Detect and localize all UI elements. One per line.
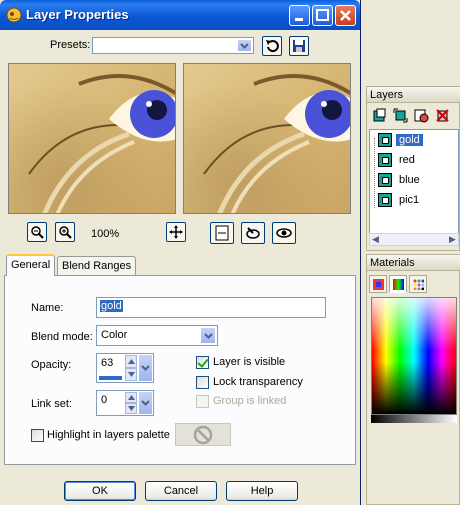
name-value: gold [100,300,123,312]
layers-toolbar [371,107,451,127]
palette-tab-icon[interactable] [409,275,427,293]
preview-on-image-button[interactable] [272,222,296,244]
spectrum-tab-icon[interactable] [389,275,407,293]
link-set-stepper[interactable]: 0 [96,390,154,416]
swatches-tab-icon[interactable] [369,275,387,293]
cancel-button[interactable]: Cancel [145,481,217,501]
layer-name: pic1 [399,194,420,206]
link-set-label: Link set: [31,398,72,410]
layer-name: gold [396,134,423,146]
opacity-spin-arrows[interactable] [125,355,137,381]
no-color-icon [193,425,213,444]
highlight-label: Highlight in layers palette [47,429,170,441]
help-button[interactable]: Help [226,481,298,501]
layer-thumbnail-icon [378,193,392,207]
color-spectrum-picker[interactable] [371,297,457,415]
presets-dropdown[interactable] [92,37,254,54]
layer-row-red[interactable]: red [378,151,418,169]
scroll-left-icon[interactable]: ◀ [370,234,381,245]
blend-mode-value: Color [101,329,128,341]
layers-panel-title: Layers [367,87,460,103]
materials-panel: Materials [366,254,460,505]
opacity-value: 63 [101,357,114,369]
decrement-icon[interactable] [125,368,137,381]
layer-row-gold[interactable]: gold [378,131,423,149]
save-preset-button[interactable] [289,36,309,56]
layer-row-blue[interactable]: blue [378,171,423,189]
group-linked-checkbox [196,395,209,408]
presets-label: Presets: [50,39,91,51]
auto-proof-button[interactable] [241,222,265,244]
close-icon[interactable] [335,5,356,26]
scroll-right-icon[interactable]: ▶ [447,234,458,245]
opacity-slider-popout-icon[interactable] [139,355,152,381]
opacity-level-bar [99,376,122,380]
layer-name: blue [399,174,420,186]
link-set-value: 0 [101,394,108,406]
layer-visible-label: Layer is visible [213,356,286,368]
new-layer-icon[interactable] [371,107,388,124]
zoom-out-button[interactable] [27,222,47,242]
maximize-icon[interactable] [312,5,333,26]
layer-properties-icon[interactable] [413,107,430,124]
dialog-title-bar[interactable]: Layer Properties [0,0,360,30]
link-set-spin-arrows[interactable] [125,392,137,414]
grayscale-strip[interactable] [371,415,457,423]
minimize-icon[interactable] [289,5,310,26]
chevron-down-icon[interactable] [200,327,216,344]
increment-icon[interactable] [125,355,137,368]
highlight-color-swatch[interactable] [175,423,231,446]
paint-shop-pro-icon [6,7,22,23]
materials-panel-title: Materials [367,255,460,271]
proof-button[interactable] [210,222,234,244]
layers-list: gold red blue pic1 [369,129,459,234]
name-field[interactable]: gold [96,297,326,318]
chevron-down-icon[interactable] [237,39,252,52]
name-label: Name: [31,302,64,314]
delete-layer-icon[interactable] [434,107,451,124]
tab-general[interactable]: General [6,254,56,276]
decrement-icon[interactable] [125,403,137,414]
materials-tabs [369,275,427,293]
lock-transparency-label: Lock transparency [213,376,303,388]
opacity-stepper[interactable]: 63 [96,353,154,383]
increment-icon[interactable] [125,392,137,403]
layer-thumbnail-icon [378,133,392,147]
zoom-in-button[interactable] [55,222,75,242]
layer-selection-icon[interactable] [392,107,409,124]
highlight-checkbox[interactable] [31,429,44,442]
layer-properties-dialog: Layer Properties Presets: 100% General B… [0,0,361,505]
layer-name: red [399,154,415,166]
before-preview[interactable] [8,63,176,214]
tab-blend-ranges[interactable]: Blend Ranges [57,256,137,275]
pan-button[interactable] [166,222,186,242]
background-toolbar-area [360,0,460,85]
blend-mode-dropdown[interactable]: Color [96,325,218,346]
ok-button[interactable]: OK [64,481,136,501]
opacity-label: Opacity: [31,359,72,371]
group-linked-label: Group is linked [213,395,287,407]
layers-panel: Layers gold red blue pic1 ◀ ▶ [366,86,460,251]
lock-transparency-checkbox[interactable] [196,376,209,389]
layer-visible-checkbox[interactable] [196,356,209,369]
reset-preset-button[interactable] [262,36,282,56]
after-preview[interactable] [183,63,351,214]
layer-row-pic1[interactable]: pic1 [378,191,422,209]
layer-thumbnail-icon [378,173,392,187]
layers-horizontal-scrollbar[interactable]: ◀ ▶ [369,233,459,246]
blend-mode-label: Blend mode: [31,331,93,343]
link-set-popout-icon[interactable] [139,392,152,414]
dialog-title: Layer Properties [26,7,129,22]
zoom-level: 100% [91,228,120,240]
tree-line [374,138,375,208]
layer-thumbnail-icon [378,153,392,167]
